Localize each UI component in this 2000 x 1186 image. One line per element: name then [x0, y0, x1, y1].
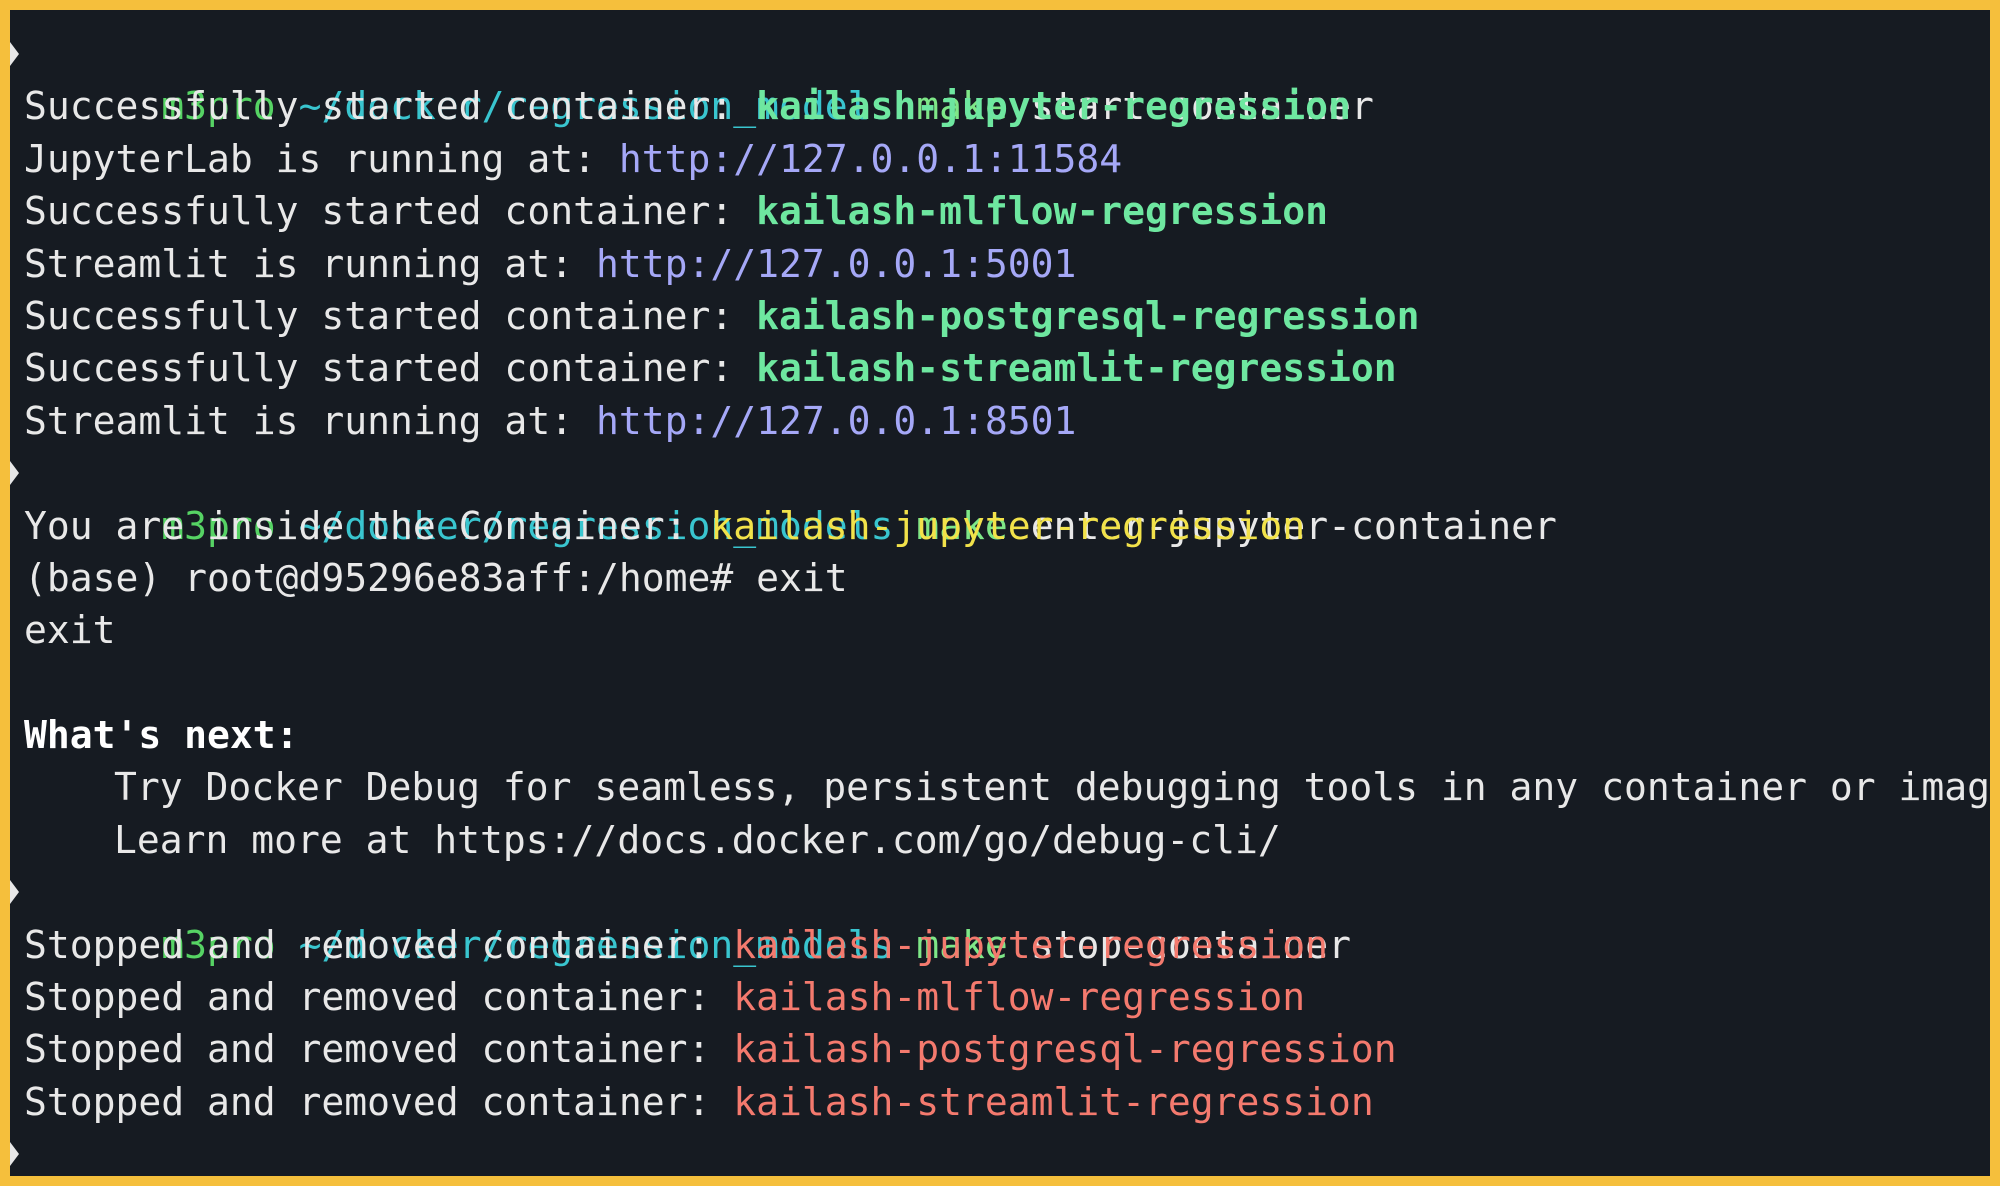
output-text: Learn more at https://docs.docker.com/go…	[114, 817, 1281, 862]
terminal-output[interactable]: m3pro ~/docker/regression_models make st…	[10, 10, 1990, 1176]
output-line: You are inside the Container: kailash-ju…	[24, 500, 1990, 552]
output-text: Successfully started container:	[24, 293, 757, 338]
container-name: kailash-streamlit-regression	[733, 1079, 1374, 1124]
output-text: Try Docker Debug for seamless, persisten…	[114, 765, 1990, 810]
whats-next-heading: What's next:	[24, 713, 299, 758]
prompt-arrow-icon	[10, 42, 19, 67]
output-line: Stopped and removed container: kailash-j…	[24, 919, 1990, 971]
output-line: Learn more at https://docs.docker.com/go…	[24, 814, 1990, 866]
container-name: kailash-streamlit-regression	[756, 346, 1397, 391]
prompt-arrow-icon	[10, 1142, 19, 1167]
output-line: Successfully started container: kailash-…	[24, 80, 1990, 132]
output-text: Successfully started container:	[24, 346, 757, 391]
output-text: exit	[24, 608, 116, 653]
output-line: Successfully started container: kailash-…	[24, 290, 1990, 342]
container-name: kailash-postgresql-regression	[733, 1027, 1397, 1072]
output-line: Successfully started container: kailash-…	[24, 342, 1990, 394]
output-text: Stopped and removed container:	[24, 922, 734, 967]
container-name: kailash-jupyter-regression	[756, 84, 1351, 129]
container-name: kailash-postgresql-regression	[756, 293, 1420, 338]
output-line: Stopped and removed container: kailash-s…	[24, 1076, 1990, 1128]
output-line: Try Docker Debug for seamless, persisten…	[24, 761, 1990, 813]
output-text: You are inside the Container:	[24, 503, 711, 548]
output-line: (base) root@d95296e83aff:/home# exit	[24, 552, 1990, 604]
prompt-line: m3pro ~/docker/regression_models make en…	[10, 447, 1990, 548]
output-line: What's next:	[24, 709, 1990, 761]
container-name: kailash-jupyter-regression	[733, 922, 1329, 967]
output-line: Streamlit is running at: http://127.0.0.…	[24, 238, 1990, 290]
output-text: Successfully started container:	[24, 189, 757, 234]
output-text: Streamlit is running at:	[24, 398, 596, 443]
output-line: Streamlit is running at: http://127.0.0.…	[24, 395, 1990, 447]
output-line: JupyterLab is running at: http://127.0.0…	[24, 133, 1990, 185]
prompt-line: m3pro ~/docker/regression_models make st…	[10, 866, 1990, 967]
prompt-line: m3pro ~/docker/regression_models make st…	[10, 28, 1990, 128]
output-line: Successfully started container: kailash-…	[24, 185, 1990, 237]
container-name: kailash-jupyter-regression	[710, 503, 1306, 548]
prompt-line-current[interactable]: m3pro ~/docker/regression_models	[10, 1128, 1990, 1176]
url-link[interactable]: http://127.0.0.1:5001	[596, 242, 1076, 286]
container-name: kailash-mlflow-regression	[756, 189, 1329, 234]
url-link[interactable]: http://127.0.0.1:11584	[619, 137, 1122, 181]
output-text: Successfully started container:	[24, 84, 757, 129]
output-text: Stopped and removed container:	[24, 1027, 734, 1072]
output-text: (base) root@d95296e83aff:/home# exit	[24, 555, 848, 600]
url-link[interactable]: http://127.0.0.1:8501	[596, 399, 1076, 443]
output-line: Stopped and removed container: kailash-m…	[24, 971, 1990, 1023]
terminal-window[interactable]: m3pro ~/docker/regression_models make st…	[10, 10, 1990, 1176]
output-text: Stopped and removed container:	[24, 975, 734, 1020]
output-text: Streamlit is running at:	[24, 241, 596, 286]
container-name: kailash-mlflow-regression	[733, 975, 1306, 1020]
output-text: Stopped and removed container:	[24, 1079, 734, 1124]
output-text: JupyterLab is running at:	[24, 136, 619, 181]
prompt-arrow-icon	[10, 880, 19, 905]
output-line: Stopped and removed container: kailash-p…	[24, 1023, 1990, 1075]
prompt-arrow-icon	[10, 461, 19, 486]
output-line: exit	[24, 604, 1990, 656]
